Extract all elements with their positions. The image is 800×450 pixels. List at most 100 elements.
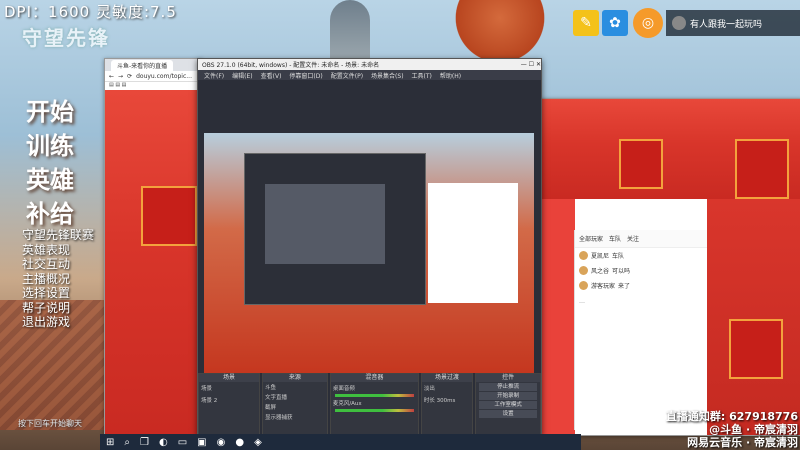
chat-user: 风之谷 — [591, 268, 610, 275]
source-item[interactable]: 截屏 — [263, 402, 327, 412]
source-item[interactable]: 文字直播 — [263, 392, 327, 402]
menu-help[interactable]: 帮助(H) — [440, 71, 461, 80]
menu-tools[interactable]: 工具(T) — [412, 71, 432, 80]
avatar — [672, 16, 686, 30]
chat-tabs: 全部玩家 车队 关注 — [575, 230, 707, 248]
douyu-page-header — [539, 99, 800, 199]
settings-button[interactable]: 设置 — [479, 410, 537, 418]
menu-training[interactable]: 训练 — [26, 126, 74, 161]
list-item[interactable]: 风之谷 可以吗 — [575, 263, 707, 278]
scenes-dock: 场景 场景 场景 2 — [198, 373, 260, 435]
chat-notification-text: 有人跟我一起玩吗 — [690, 19, 763, 30]
folder-icon[interactable]: ▭ — [178, 437, 187, 448]
sources-header: 来源 — [262, 374, 327, 382]
source-item[interactable]: 斗鱼 — [263, 382, 327, 392]
menu-profile[interactable]: 配置文件(P) — [331, 71, 363, 80]
obs-window: OBS 27.1.0 (64bit, windows) - 配置文件: 未命名 … — [197, 58, 542, 436]
url-text[interactable]: douyu.com/topic... — [136, 73, 192, 80]
windows-icon[interactable]: ⊞ — [106, 437, 114, 448]
chrome-icon[interactable]: ◉ — [217, 437, 226, 448]
overwatch-logo-text: 守望先锋 — [22, 26, 110, 50]
menu-item[interactable]: 守望先锋联赛 — [22, 228, 94, 243]
gift-box — [619, 139, 663, 189]
chat-hint: 按下回车开始聊天 — [18, 419, 82, 428]
tab-follow[interactable]: 关注 — [627, 234, 639, 243]
menu-item[interactable]: 社交互动 — [22, 257, 94, 272]
forward-icon[interactable]: → — [118, 73, 123, 80]
obs-preview[interactable] — [204, 133, 534, 373]
menu-file[interactable]: 文件(F) — [204, 71, 224, 80]
castle-tower — [330, 0, 370, 60]
list-item[interactable]: 夏凯尼 车队 — [575, 248, 707, 263]
avatar — [579, 266, 588, 275]
preview-nested-frame — [265, 184, 385, 264]
source-item[interactable]: 显示器捕获 — [263, 412, 327, 422]
transitions-dock: 场景过渡 淡出 时长 300ms — [420, 373, 474, 435]
stop-stream-button[interactable]: 停止推流 — [479, 383, 537, 391]
top-right-bar: ✎ ✿ ◎ 有人跟我一起玩吗 — [573, 8, 800, 38]
chat-panel: 全部玩家 车队 关注 夏凯尼 车队 风之谷 可以吗 游客玩家 来了 … — [574, 230, 707, 430]
menu-docks[interactable]: 停靠窗口(D) — [289, 71, 322, 80]
transition-type[interactable]: 淡出 — [422, 382, 472, 394]
chat-history: … — [579, 298, 585, 305]
browser-window-left: 斗鱼-来看你的直播 ← → ⟳ douyu.com/topic... ▤ ▤ ▤ — [104, 58, 202, 436]
scenes-header: 场景 — [199, 374, 259, 382]
task-view-icon[interactable]: ❐ — [140, 437, 149, 448]
game-icon[interactable]: ◈ — [254, 437, 262, 448]
obs-titlebar: OBS 27.1.0 (64bit, windows) - 配置文件: 未命名 … — [198, 59, 541, 70]
tab-all-players[interactable]: 全部玩家 — [579, 234, 603, 243]
transition-duration[interactable]: 时长 300ms — [422, 394, 472, 406]
list-item[interactable]: 游客玩家 来了 — [575, 278, 707, 293]
menu-item[interactable]: 主播概况 — [22, 272, 94, 287]
menu-item[interactable]: 英雄表现 — [22, 243, 94, 258]
back-icon[interactable]: ← — [109, 73, 114, 80]
studio-mode-button[interactable]: 工作室模式 — [479, 401, 537, 409]
reload-icon[interactable]: ⟳ — [127, 73, 132, 80]
mixer-header: 混音器 — [330, 374, 418, 382]
obs-title: OBS 27.1.0 (64bit, windows) - 配置文件: 未命名 … — [202, 62, 380, 69]
chat-text: 来了 — [618, 283, 631, 290]
hero-character — [440, 0, 560, 60]
scene-item[interactable]: 场景 2 — [199, 394, 259, 406]
obs-icon[interactable]: ● — [235, 437, 244, 448]
avatar — [579, 281, 588, 290]
transitions-header: 场景过渡 — [421, 374, 473, 382]
game-menu-list: 守望先锋联赛 英雄表现 社交互动 主播概况 选择设置 帮子说明 退出游戏 — [22, 228, 94, 330]
menu-view[interactable]: 查看(V) — [261, 71, 282, 80]
controls-dock: 控件 停止推流 开始录制 工作室模式 设置 — [475, 373, 541, 435]
obs-docks: 场景 场景 场景 2 来源 斗鱼 文字直播 截屏 显示器捕获 混音器 桌面音频 … — [198, 373, 541, 435]
edge-icon[interactable]: ◐ — [159, 437, 168, 448]
windows-taskbar: ⊞ ⌕ ❐ ◐ ▭ ▣ ◉ ● ◈ — [100, 434, 581, 450]
menu-edit[interactable]: 编辑(E) — [232, 71, 252, 80]
scene-item[interactable]: 场景 — [199, 382, 259, 394]
chat-text: 可以吗 — [612, 268, 631, 275]
menu-supply[interactable]: 补给 — [26, 194, 74, 229]
chat-user: 游客玩家 — [591, 283, 616, 290]
music-handle: 网易云音乐 · 帝宸清羽 — [687, 436, 798, 449]
volume-meter[interactable] — [334, 409, 414, 412]
store-icon[interactable]: ▣ — [197, 437, 206, 448]
start-record-button[interactable]: 开始录制 — [479, 392, 537, 400]
key-icon[interactable]: ✎ — [573, 10, 599, 36]
gift-box — [141, 186, 197, 246]
sources-dock: 来源 斗鱼 文字直播 截屏 显示器捕获 — [261, 373, 328, 435]
chat-text: 车队 — [612, 253, 625, 260]
search-icon[interactable]: ⌕ — [124, 437, 130, 448]
chat-user: 夏凯尼 — [591, 253, 610, 260]
menu-item[interactable]: 帮子说明 — [22, 301, 94, 316]
menu-item[interactable]: 退出游戏 — [22, 315, 94, 330]
window-controls[interactable]: — ☐ ✕ — [521, 61, 541, 68]
mixer-channel: 麦克风/Aux — [332, 401, 362, 407]
tab-team[interactable]: 车队 — [609, 234, 621, 243]
menu-heroes[interactable]: 英雄 — [26, 160, 74, 195]
chat-notification[interactable]: 有人跟我一起玩吗 — [666, 10, 800, 36]
address-bar[interactable]: ← → ⟳ douyu.com/topic... — [105, 71, 201, 82]
mixer-channel: 桌面音频 — [332, 386, 355, 392]
menu-scene-collection[interactable]: 场景集合(S) — [371, 71, 404, 80]
mixer-dock: 混音器 桌面音频 麦克风/Aux — [329, 373, 419, 435]
gift-box — [729, 319, 783, 379]
paw-icon[interactable]: ✿ — [602, 10, 628, 36]
menu-item[interactable]: 选择设置 — [22, 286, 94, 301]
browser-tab[interactable]: 斗鱼-来看你的直播 — [111, 59, 174, 71]
menu-start[interactable]: 开始 — [26, 92, 74, 127]
